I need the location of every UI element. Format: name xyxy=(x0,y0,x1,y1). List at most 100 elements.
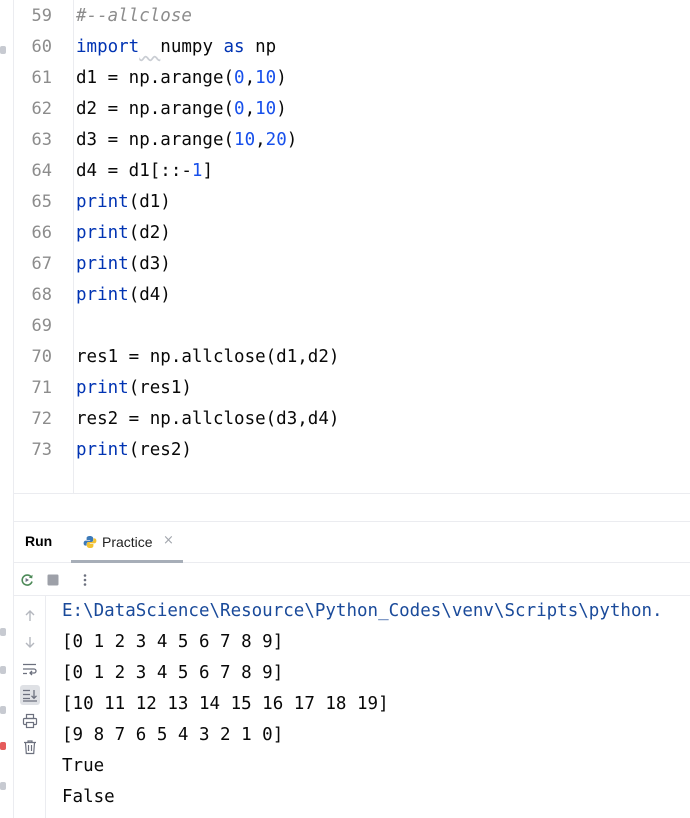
code-text: import numpy as np xyxy=(76,32,276,63)
code-token: d2 = np.arange( xyxy=(76,99,235,119)
trash-icon[interactable] xyxy=(20,737,40,757)
strip-marker-icon xyxy=(0,706,6,714)
code-text: res2 = np.allclose(d3,d4) xyxy=(76,404,339,435)
tab-practice[interactable]: Practice × xyxy=(71,522,183,563)
code-token: ] xyxy=(202,161,213,181)
line-number: 59 xyxy=(31,6,52,26)
code-token: 0 xyxy=(234,68,245,88)
code-token: (res1) xyxy=(128,378,192,398)
code-line: 65 print(d1) xyxy=(14,187,690,218)
console-output[interactable]: E:\DataScience\Resource\Python_Codes\ven… xyxy=(62,596,690,818)
strip-marker-icon xyxy=(0,666,6,674)
code-text: d1 = np.arange(0,10) xyxy=(76,63,287,94)
code-text: print(d3) xyxy=(76,249,171,280)
tab-label: Practice xyxy=(102,534,153,550)
line-number: 71 xyxy=(31,378,52,398)
code-token: res1 = np.allclose(d1,d2) xyxy=(76,347,340,367)
error-marker-icon xyxy=(0,742,6,750)
code-token: print xyxy=(76,440,129,460)
console-line: [9 8 7 6 5 4 3 2 1 0] xyxy=(62,725,284,745)
code-token: (d2) xyxy=(128,223,171,243)
code-text: d3 = np.arange(10,20) xyxy=(76,125,297,156)
code-line: 67 print(d3) xyxy=(14,249,690,280)
code-token: 10 xyxy=(234,130,256,150)
code-text: d4 = d1[::-1] xyxy=(76,156,213,187)
code-line: 68 print(d4) xyxy=(14,280,690,311)
code-line: 70 res1 = np.allclose(d1,d2) xyxy=(14,342,690,373)
run-header: Run Practice × xyxy=(14,522,690,563)
stop-icon[interactable] xyxy=(45,572,61,588)
code-text: print(d4) xyxy=(76,280,171,311)
console-line: [10 11 12 13 14 15 16 17 18 19] xyxy=(62,694,389,714)
line-number: 68 xyxy=(31,285,52,305)
code-token: print xyxy=(76,192,129,212)
code-line: 69 xyxy=(14,311,690,342)
code-text: print(res2) xyxy=(76,435,192,466)
run-tool-window: Run Practice × E:\DataScience\Resource\P… xyxy=(14,521,690,818)
arrow-up-icon[interactable] xyxy=(20,606,40,626)
code-token: d3 = np.arange( xyxy=(76,130,235,150)
line-number: 62 xyxy=(31,99,52,119)
line-number: 73 xyxy=(31,440,52,460)
strip-marker-icon xyxy=(0,782,6,790)
code-token: (d3) xyxy=(128,254,171,274)
code-text: print(d2) xyxy=(76,218,171,249)
code-token: , xyxy=(255,130,266,150)
print-icon[interactable] xyxy=(20,711,40,731)
code-token: as xyxy=(223,37,245,57)
code-token: #--allclose xyxy=(76,6,192,26)
code-line: 64 d4 = d1[::-1] xyxy=(14,156,690,187)
code-token: ) xyxy=(276,68,287,88)
line-number: 63 xyxy=(31,130,52,150)
code-editor[interactable]: 59 #--allclose 60 import numpy as np 61 d1 = … xyxy=(14,0,690,494)
code-token: d4 = d1[::- xyxy=(76,161,192,181)
python-icon xyxy=(83,536,97,548)
console-line: [0 1 2 3 4 5 6 7 8 9] xyxy=(62,632,284,652)
rerun-icon[interactable] xyxy=(19,572,35,588)
code-token: (d4) xyxy=(128,285,171,305)
line-number: 72 xyxy=(31,409,52,429)
console-line: E:\DataScience\Resource\Python_Codes\ven… xyxy=(62,601,663,621)
code-token: res2 = np.allclose(d3,d4) xyxy=(76,409,340,429)
code-token: print xyxy=(76,285,129,305)
run-toolbar xyxy=(14,563,690,596)
code-token: d1 = np.arange( xyxy=(76,68,235,88)
line-number: 61 xyxy=(31,68,52,88)
code-line: 73 print(res2) xyxy=(14,435,690,466)
scroll-to-end-icon[interactable] xyxy=(20,685,40,705)
soft-wrap-icon[interactable] xyxy=(20,659,40,679)
code-text: d2 = np.arange(0,10) xyxy=(76,94,287,125)
code-line: 63 d3 = np.arange(10,20) xyxy=(14,125,690,156)
console-line: False xyxy=(62,787,115,807)
strip-marker-icon xyxy=(0,46,6,54)
line-number: 66 xyxy=(31,223,52,243)
code-token: import xyxy=(76,37,140,57)
code-token: 0 xyxy=(234,99,245,119)
code-token: print xyxy=(76,254,129,274)
code-text: #--allclose xyxy=(76,1,192,32)
code-token: print xyxy=(76,378,129,398)
code-line: 72 res2 = np.allclose(d3,d4) xyxy=(14,404,690,435)
line-number: 69 xyxy=(31,316,52,336)
code-line: 60 import numpy as np xyxy=(14,32,690,63)
code-token: print xyxy=(76,223,129,243)
code-line: 61 d1 = np.arange(0,10) xyxy=(14,63,690,94)
arrow-down-icon[interactable] xyxy=(20,632,40,652)
line-number: 60 xyxy=(31,37,52,57)
close-icon[interactable]: × xyxy=(163,533,174,548)
code-token: ) xyxy=(276,99,287,119)
code-token: 10 xyxy=(255,99,277,119)
more-options-icon[interactable] xyxy=(77,572,93,588)
line-number: 65 xyxy=(31,192,52,212)
code-text: res1 = np.allclose(d1,d2) xyxy=(76,342,339,373)
code-token: ) xyxy=(286,130,298,150)
line-number: 70 xyxy=(31,347,52,367)
line-number: 64 xyxy=(31,161,52,181)
code-token: np xyxy=(244,37,277,57)
left-tool-strip xyxy=(0,0,14,818)
console-side-toolbar xyxy=(14,596,46,818)
console-line: True xyxy=(62,756,105,776)
code-token: , xyxy=(244,99,256,119)
line-number: 67 xyxy=(31,254,52,274)
